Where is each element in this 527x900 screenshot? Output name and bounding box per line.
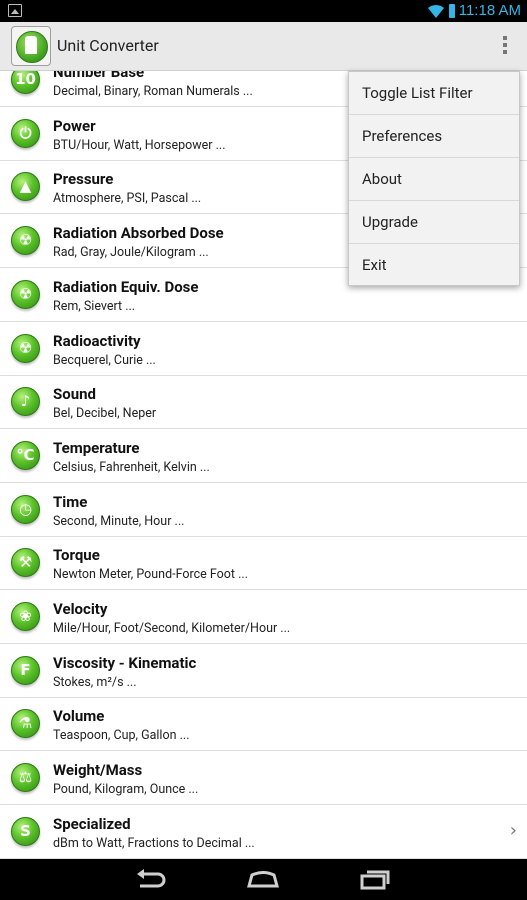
status-bar: 11:18 AM	[0, 0, 527, 22]
list-item[interactable]: ⚒ Torque Newton Meter, Pound-Force Foot ..…	[0, 537, 527, 591]
icon-glyph: 10	[15, 71, 36, 88]
fan-icon: ❀	[11, 602, 40, 631]
icon-glyph: ☢	[18, 284, 33, 303]
recent-apps-icon[interactable]	[358, 868, 392, 890]
specialized-icon: S	[11, 816, 40, 846]
flask-icon: ⚗	[11, 709, 40, 739]
menu-item-toggle-list-filter[interactable]: Toggle List Filter	[349, 72, 519, 115]
icon-glyph: ♪	[20, 392, 31, 411]
list-item-title: Radiation Equiv. Dose	[53, 277, 199, 296]
icon-glyph: ⚗	[18, 714, 33, 733]
list-item-title: Temperature	[53, 438, 140, 457]
menu-item-exit[interactable]: Exit	[349, 244, 519, 287]
scale-icon: ⚖	[11, 763, 40, 793]
radiation-icon: ☢	[11, 333, 40, 363]
pressure-drop-icon: ▲	[11, 172, 40, 202]
power-plug-icon: ⏻	[11, 118, 40, 148]
menu-item-label: Toggle List Filter	[362, 84, 473, 102]
list-item-title: Pressure	[53, 170, 114, 189]
home-icon[interactable]	[246, 868, 280, 890]
list-item-subtitle: Newton Meter, Pound-Force Foot ...	[53, 567, 248, 583]
menu-item-preferences[interactable]: Preferences	[349, 115, 519, 158]
icon-glyph: F	[20, 660, 31, 679]
list-item-title: Torque	[53, 546, 100, 565]
list-item[interactable]: ⚗ Volume Teaspoon, Cup, Gallon ...	[0, 698, 527, 752]
clock-text: 11:18 AM	[458, 2, 521, 19]
list-item-title: Radioactivity	[53, 331, 141, 350]
icon-glyph: ℃	[16, 445, 35, 464]
list-item[interactable]: ❀ Velocity Mile/Hour, Foot/Second, Kilomet…	[0, 591, 527, 644]
number-base-icon: 10	[11, 71, 40, 94]
icon-glyph: S	[20, 821, 31, 840]
list-item[interactable]: ☢ Radioactivity Becquerel, Curie ...	[0, 323, 527, 376]
list-item-title: Viscosity - Kinematic	[53, 653, 197, 672]
list-item-title: Velocity	[53, 600, 108, 618]
list-item-subtitle: BTU/Hour, Watt, Horsepower ...	[53, 137, 226, 153]
icon-glyph: ◷	[18, 499, 33, 518]
list-item-subtitle: Becquerel, Curie ...	[53, 352, 156, 368]
list-item-subtitle: Second, Minute, Hour ...	[53, 513, 185, 529]
list-item-subtitle: Pound, Kilogram, Ounce ...	[53, 782, 199, 798]
menu-item-label: About	[362, 170, 402, 188]
icon-glyph: ▲	[19, 177, 32, 196]
icon-glyph: ❀	[19, 607, 32, 625]
list-item-title: Specialized	[53, 814, 131, 833]
list-item-subtitle: Rad, Gray, Joule/Kilogram ...	[53, 245, 209, 261]
list-item[interactable]: F Viscosity - Kinematic Stokes, m²/s ...	[0, 645, 527, 698]
wifi-icon	[428, 4, 444, 18]
viscosity-icon: F	[11, 655, 40, 685]
menu-item-label: Upgrade	[362, 213, 418, 231]
menu-item-label: Preferences	[362, 127, 443, 145]
overflow-popup-menu: Toggle List Filter Preferences About Upg…	[348, 71, 520, 286]
menu-item-upgrade[interactable]: Upgrade	[349, 201, 519, 244]
list-item-subtitle: Mile/Hour, Foot/Second, Kilometer/Hour .…	[53, 621, 291, 636]
clock-icon: ◷	[11, 494, 40, 524]
chevron-right-icon: ›	[509, 819, 517, 841]
list-item-title: Radiation Absorbed Dose	[53, 224, 224, 243]
speaker-icon: ♪	[11, 387, 40, 417]
list-item-subtitle: Teaspoon, Cup, Gallon ...	[53, 728, 190, 744]
icon-glyph: ⚒	[18, 553, 33, 572]
back-icon[interactable]	[134, 868, 168, 890]
list-item-subtitle: Rem, Sievert ...	[53, 298, 136, 314]
list-item-subtitle: dBm to Watt, Fractions to Decimal ...	[53, 835, 255, 851]
list-item-subtitle: Stokes, m²/s ...	[53, 674, 137, 690]
radiation-icon: ☢	[11, 279, 40, 309]
list-item[interactable]: ♪ Sound Bel, Decibel, Neper	[0, 376, 527, 430]
menu-item-label: Exit	[362, 256, 387, 274]
radiation-icon: ☢	[11, 226, 40, 256]
app-logo-icon[interactable]	[11, 26, 51, 66]
overflow-menu-icon[interactable]	[501, 36, 509, 58]
list-item-title: Time	[53, 492, 88, 511]
thermometer-icon: ℃	[11, 440, 40, 470]
app-title: Unit Converter	[57, 36, 159, 55]
list-item-subtitle: Atmosphere, PSI, Pascal ...	[53, 191, 202, 207]
list-item-title: Volume	[53, 707, 105, 726]
icon-glyph: ☢	[18, 338, 33, 357]
list-item-title: Power	[53, 116, 96, 135]
list-item-title: Sound	[53, 385, 96, 404]
list-item[interactable]: ⚖ Weight/Mass Pound, Kilogram, Ounce ...	[0, 752, 527, 806]
list-item-title: Number Base	[53, 71, 145, 81]
navigation-bar	[0, 859, 527, 900]
list-item-subtitle: Celsius, Fahrenheit, Kelvin ...	[53, 459, 210, 475]
icon-glyph: ⏻	[19, 123, 32, 142]
wrench-icon: ⚒	[11, 548, 40, 578]
battery-icon	[449, 4, 455, 18]
list-item-subtitle: Decimal, Binary, Roman Numerals ...	[53, 84, 253, 99]
list-item-subtitle: Bel, Decibel, Neper	[53, 406, 157, 422]
icon-glyph: ⚖	[18, 768, 33, 787]
menu-item-about[interactable]: About	[349, 158, 519, 201]
gallery-notification-icon	[8, 4, 22, 17]
list-item[interactable]: S Specialized dBm to Watt, Fractions to De…	[0, 806, 527, 859]
list-item[interactable]: ◷ Time Second, Minute, Hour ...	[0, 484, 527, 537]
list-item-title: Weight/Mass	[53, 761, 143, 780]
action-bar: Unit Converter	[0, 22, 527, 71]
icon-glyph: ☢	[18, 231, 33, 250]
list-item[interactable]: ℃ Temperature Celsius, Fahrenheit, Kelvin …	[0, 430, 527, 483]
